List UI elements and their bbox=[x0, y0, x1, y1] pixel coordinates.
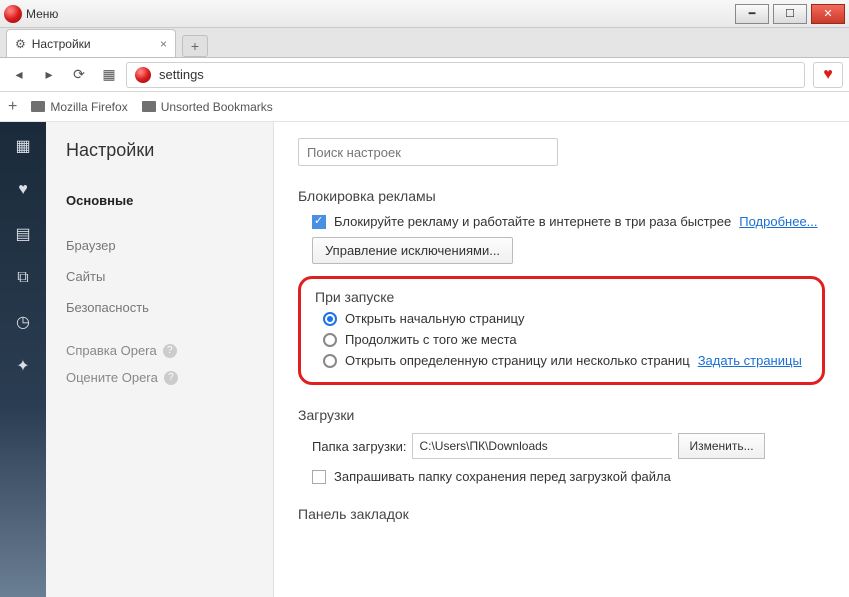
sidebar-rate[interactable]: Оцените Opera? bbox=[66, 364, 253, 391]
adblock-checkbox-row[interactable]: Блокируйте рекламу и работайте в интерне… bbox=[312, 214, 825, 229]
forward-button[interactable]: ▸ bbox=[36, 62, 62, 88]
extensions-icon[interactable]: ✦ bbox=[13, 356, 33, 376]
speeddial-button[interactable]: ▦ bbox=[96, 62, 122, 88]
tab-close-icon[interactable]: × bbox=[160, 37, 167, 51]
tab-settings[interactable]: ⚙ Настройки × bbox=[6, 29, 176, 57]
add-bookmark-button[interactable]: + bbox=[8, 98, 17, 116]
section-bookmarks-panel-title: Панель закладок bbox=[298, 506, 825, 522]
reload-button[interactable]: ⟳ bbox=[66, 62, 92, 88]
address-input[interactable] bbox=[159, 67, 804, 82]
bookmarks-icon[interactable]: ♥ bbox=[13, 180, 33, 200]
bookmark-folder[interactable]: Unsorted Bookmarks bbox=[142, 100, 273, 114]
startup-option-continue[interactable]: Продолжить с того же места bbox=[323, 332, 808, 347]
download-folder-label: Папка загрузки: bbox=[312, 439, 406, 454]
settings-search-input[interactable] bbox=[298, 138, 558, 166]
radio-icon[interactable] bbox=[323, 354, 337, 368]
gear-icon: ⚙ bbox=[15, 37, 26, 51]
settings-sidebar: Настройки Основные Браузер Сайты Безопас… bbox=[46, 122, 274, 597]
help-icon: ? bbox=[164, 371, 178, 385]
bookmarks-bar: + Mozilla Firefox Unsorted Bookmarks bbox=[0, 92, 849, 122]
window-titlebar: Меню ━ ☐ ✕ bbox=[0, 0, 849, 28]
change-folder-button[interactable]: Изменить... bbox=[678, 433, 764, 459]
toolbar: ◂ ▸ ⟳ ▦ ♥ bbox=[0, 58, 849, 92]
speeddial-icon[interactable]: ▦ bbox=[13, 136, 33, 156]
set-pages-link[interactable]: Задать страницы bbox=[698, 353, 802, 368]
bookmark-heart-button[interactable]: ♥ bbox=[813, 62, 843, 88]
sidebar-item-browser[interactable]: Браузер bbox=[66, 230, 253, 261]
tabs-icon[interactable]: ⧉ bbox=[13, 268, 33, 288]
menu-label[interactable]: Меню bbox=[26, 7, 58, 21]
new-tab-button[interactable]: + bbox=[182, 35, 208, 57]
back-button[interactable]: ◂ bbox=[6, 62, 32, 88]
address-bar[interactable] bbox=[126, 62, 805, 88]
sidebar-item-basic[interactable]: Основные bbox=[66, 185, 253, 216]
opera-icon bbox=[135, 67, 151, 83]
bookmark-folder[interactable]: Mozilla Firefox bbox=[31, 100, 127, 114]
download-path-field[interactable]: C:\Users\ПК\Downloads bbox=[412, 433, 672, 459]
maximize-button[interactable]: ☐ bbox=[773, 4, 807, 24]
settings-heading: Настройки bbox=[66, 140, 253, 161]
minimize-button[interactable]: ━ bbox=[735, 4, 769, 24]
adblock-more-link[interactable]: Подробнее... bbox=[739, 214, 817, 229]
radio-icon[interactable] bbox=[323, 333, 337, 347]
startup-highlight: При запуске Открыть начальную страницу П… bbox=[298, 276, 825, 385]
sidebar-item-sites[interactable]: Сайты bbox=[66, 261, 253, 292]
section-startup-title: При запуске bbox=[315, 289, 808, 305]
help-icon: ? bbox=[163, 344, 177, 358]
left-rail: ▦ ♥ ▤ ⧉ ◷ ✦ bbox=[0, 122, 46, 597]
checkbox-unchecked-icon[interactable] bbox=[312, 470, 326, 484]
startup-option-start-page[interactable]: Открыть начальную страницу bbox=[323, 311, 808, 326]
close-button[interactable]: ✕ bbox=[811, 4, 845, 24]
radio-selected-icon[interactable] bbox=[323, 312, 337, 326]
checkbox-checked-icon[interactable] bbox=[312, 215, 326, 229]
tab-title: Настройки bbox=[32, 37, 91, 51]
ask-folder-label: Запрашивать папку сохранения перед загру… bbox=[334, 469, 671, 484]
section-downloads-title: Загрузки bbox=[298, 407, 825, 423]
startup-option-specific[interactable]: Открыть определенную страницу или нескол… bbox=[323, 353, 808, 368]
opera-logo-icon bbox=[4, 5, 22, 23]
manage-exceptions-button[interactable]: Управление исключениями... bbox=[312, 237, 513, 264]
news-icon[interactable]: ▤ bbox=[13, 224, 33, 244]
settings-content: Блокировка рекламы Блокируйте рекламу и … bbox=[274, 122, 849, 597]
main-area: ▦ ♥ ▤ ⧉ ◷ ✦ Настройки Основные Браузер С… bbox=[0, 122, 849, 597]
sidebar-item-security[interactable]: Безопасность bbox=[66, 292, 253, 323]
section-adblock-title: Блокировка рекламы bbox=[298, 188, 825, 204]
sidebar-help[interactable]: Справка Opera? bbox=[66, 337, 253, 364]
ask-folder-row[interactable]: Запрашивать папку сохранения перед загру… bbox=[312, 469, 825, 484]
tab-strip: ⚙ Настройки × + bbox=[0, 28, 849, 58]
history-icon[interactable]: ◷ bbox=[13, 312, 33, 332]
adblock-text: Блокируйте рекламу и работайте в интерне… bbox=[334, 214, 731, 229]
